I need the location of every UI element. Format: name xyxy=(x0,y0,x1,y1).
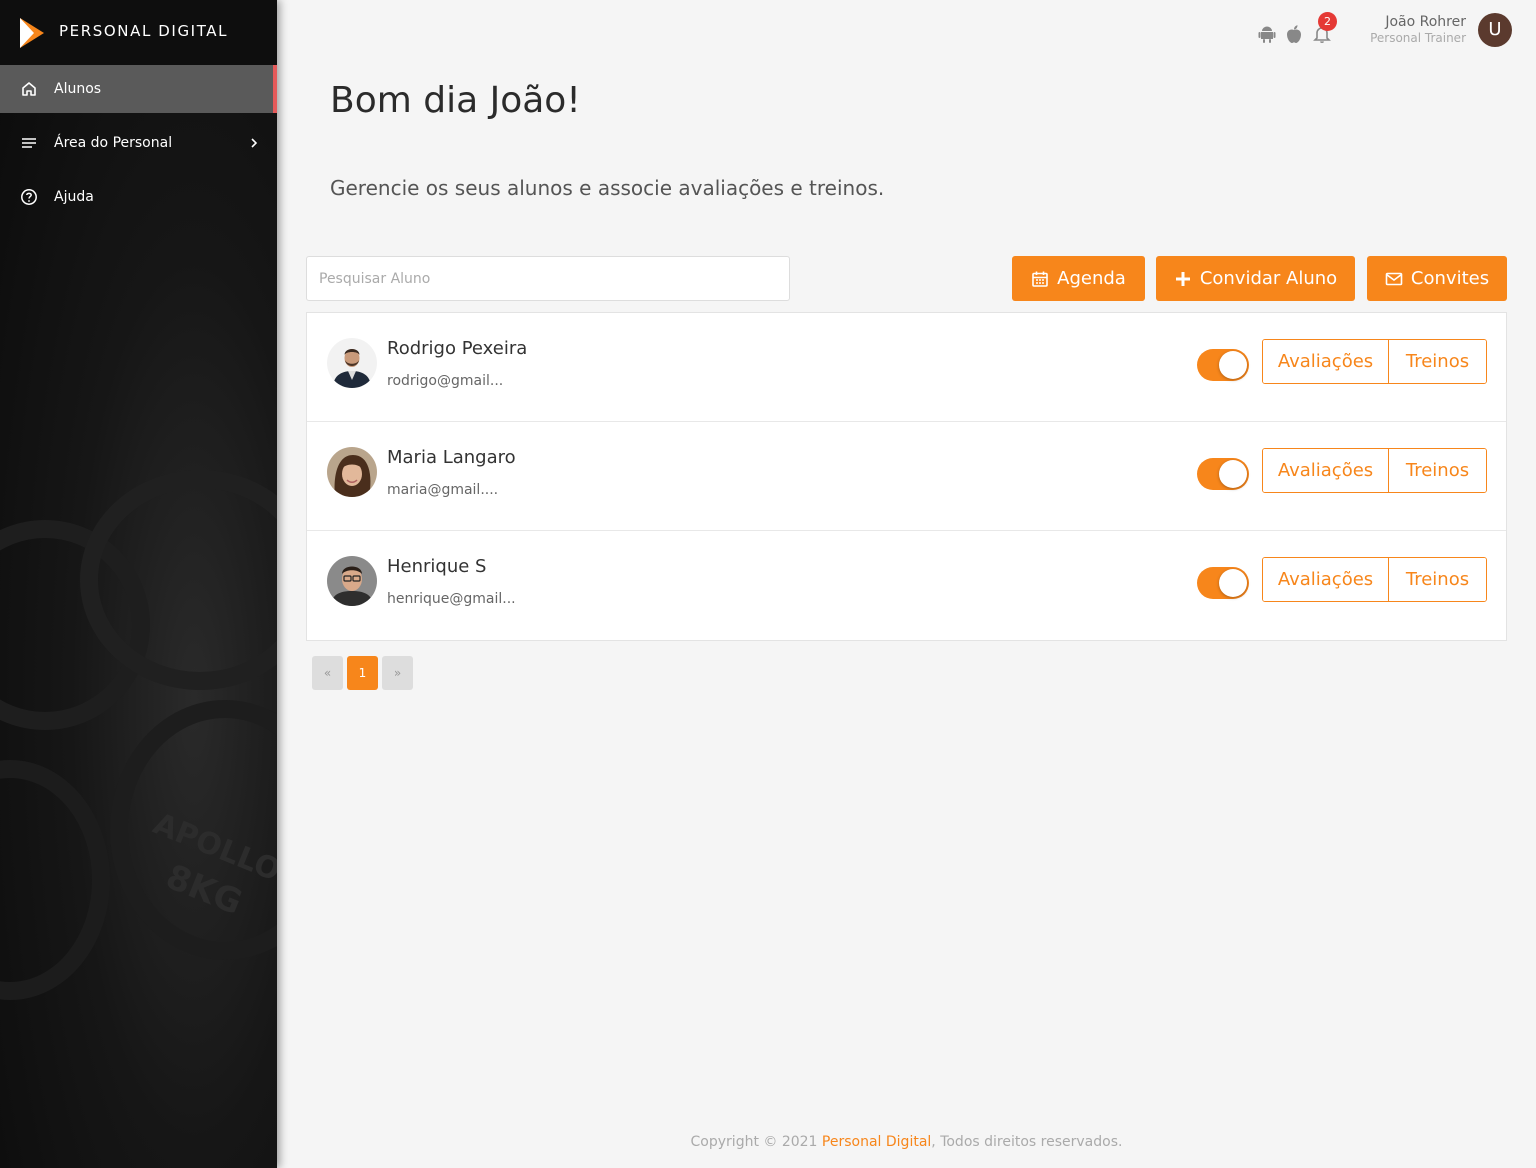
help-circle-icon xyxy=(21,189,37,205)
invite-student-button[interactable]: Convidar Aluno xyxy=(1156,256,1355,301)
student-email: henrique@gmail... xyxy=(387,591,516,607)
student-active-toggle[interactable] xyxy=(1197,458,1249,490)
sidebar-item-label: Ajuda xyxy=(54,189,94,205)
invites-button[interactable]: Convites xyxy=(1367,256,1507,301)
invite-student-button-label: Convidar Aluno xyxy=(1199,268,1338,289)
evaluations-button[interactable]: Avaliações xyxy=(1263,449,1389,492)
student-email: rodrigo@gmail... xyxy=(387,373,504,389)
pagination-prev[interactable]: « xyxy=(312,656,343,690)
user-role: Personal Trainer xyxy=(1370,31,1466,45)
workouts-button[interactable]: Treinos xyxy=(1389,449,1486,492)
sidebar-item-area-do-personal[interactable]: Área do Personal xyxy=(0,119,277,167)
brand-name: PERSONAL DIGITAL xyxy=(59,22,229,40)
calendar-icon xyxy=(1032,271,1048,287)
footer: Copyright © 2021 Personal Digital, Todos… xyxy=(0,1134,1536,1150)
pagination-page[interactable]: 1 xyxy=(347,656,378,690)
workouts-button[interactable]: Treinos xyxy=(1389,340,1486,383)
avatar[interactable] xyxy=(327,447,377,497)
student-actions: Avaliações Treinos xyxy=(1262,339,1487,384)
sidebar-item-label: Área do Personal xyxy=(54,135,173,151)
evaluations-button[interactable]: Avaliações xyxy=(1263,340,1389,383)
brand[interactable]: PERSONAL DIGITAL xyxy=(0,0,277,65)
plus-icon xyxy=(1175,271,1190,286)
avatar[interactable] xyxy=(327,338,377,388)
student-email: maria@gmail.... xyxy=(387,482,499,498)
menu-lines-icon xyxy=(22,138,36,148)
search-input[interactable] xyxy=(306,256,790,301)
sidebar-item-label: Alunos xyxy=(54,81,102,97)
sidebar-item-alunos[interactable]: Alunos xyxy=(0,65,277,113)
notification-badge[interactable]: 2 xyxy=(1318,12,1337,31)
student-name[interactable]: Henrique S xyxy=(387,556,486,577)
student-list: Rodrigo Pexeira rodrigo@gmail... Avaliaç… xyxy=(306,312,1507,641)
workouts-button[interactable]: Treinos xyxy=(1389,558,1486,601)
home-icon xyxy=(22,82,36,96)
avatar[interactable] xyxy=(327,556,377,606)
footer-prefix: Copyright © 2021 xyxy=(690,1134,822,1150)
chevron-right-icon xyxy=(251,138,258,148)
list-item[interactable]: Maria Langaro maria@gmail.... Avaliações… xyxy=(307,422,1506,531)
page-subtitle: Gerencie os seus alunos e associe avalia… xyxy=(330,176,885,200)
student-actions: Avaliações Treinos xyxy=(1262,557,1487,602)
student-actions: Avaliações Treinos xyxy=(1262,448,1487,493)
invites-button-label: Convites xyxy=(1410,268,1490,289)
android-icon[interactable] xyxy=(1258,24,1276,44)
user-avatar[interactable]: U xyxy=(1478,13,1512,47)
play-logo-icon xyxy=(20,18,44,48)
agenda-button-label: Agenda xyxy=(1057,268,1126,289)
footer-link[interactable]: Personal Digital xyxy=(822,1134,931,1150)
envelope-icon xyxy=(1385,272,1403,285)
apple-icon[interactable] xyxy=(1285,24,1303,44)
agenda-button[interactable]: Agenda xyxy=(1012,256,1145,301)
sidebar: APOLLO 8KG PERSONAL DIGITAL Alunos Área … xyxy=(0,0,277,1168)
user-name[interactable]: João Rohrer xyxy=(1385,14,1466,30)
list-item[interactable]: Henrique S henrique@gmail... Avaliações … xyxy=(307,531,1506,640)
pagination-next[interactable]: » xyxy=(382,656,413,690)
footer-suffix: , Todos direitos reservados. xyxy=(931,1134,1123,1150)
student-active-toggle[interactable] xyxy=(1197,567,1249,599)
list-item[interactable]: Rodrigo Pexeira rodrigo@gmail... Avaliaç… xyxy=(307,313,1506,422)
student-name[interactable]: Rodrigo Pexeira xyxy=(387,338,527,359)
page-title: Bom dia João! xyxy=(330,80,581,121)
student-name[interactable]: Maria Langaro xyxy=(387,447,516,468)
student-active-toggle[interactable] xyxy=(1197,349,1249,381)
evaluations-button[interactable]: Avaliações xyxy=(1263,558,1389,601)
sidebar-item-ajuda[interactable]: Ajuda xyxy=(0,173,277,221)
